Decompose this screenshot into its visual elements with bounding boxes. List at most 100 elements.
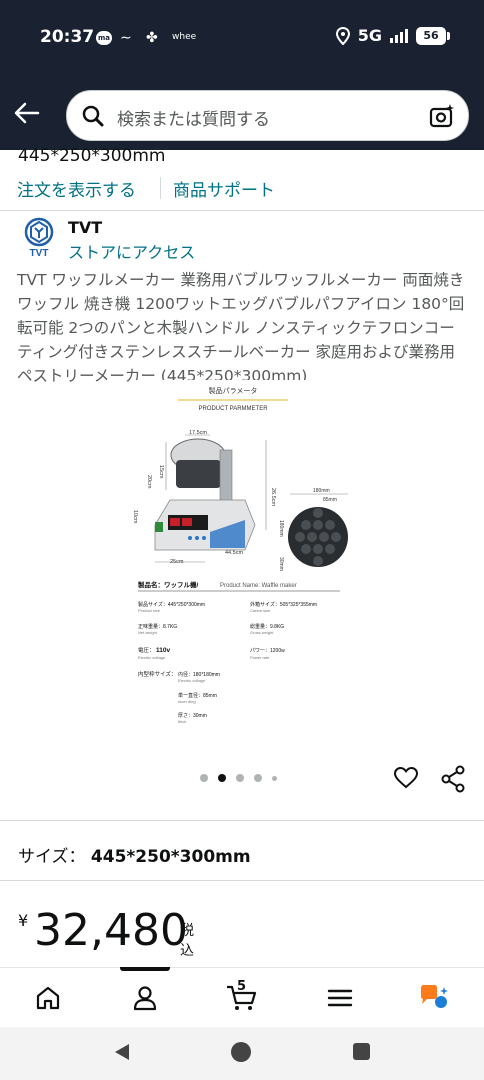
carousel-dot[interactable] <box>200 774 208 782</box>
spec-voltage-en: Electric voltage <box>138 655 166 660</box>
spec-carton-en: Carton size <box>250 608 271 613</box>
account-icon <box>133 986 157 1011</box>
system-home-icon[interactable] <box>231 1042 251 1062</box>
spec-power-label: パワー：1200w <box>250 648 285 654</box>
rufus-assistant-icon <box>421 985 448 1008</box>
spec-single-en: inner ding <box>178 699 196 704</box>
status-right: 5G 56 <box>335 26 450 45</box>
product-title: TVT ワッフルメーカー 業務用バブルワッフルメーカー 両面焼き ワッフル 焼き… <box>17 271 465 385</box>
share-icon[interactable] <box>440 765 466 793</box>
spec-carton-label: 外箱サイズ：505*325*355mm <box>250 601 317 608</box>
carousel-dot[interactable] <box>272 775 277 781</box>
visit-store-link[interactable]: ストアにアクセス <box>68 239 195 263</box>
image-heading-jp: 製品パラメータ <box>209 386 258 395</box>
bottom-nav: 5 <box>0 967 484 1027</box>
brand-logo-icon[interactable]: TVT <box>20 216 58 258</box>
image-heading-en: PRODUCT PARMMETER <box>198 406 268 412</box>
size-selector-label: サイズ： <box>18 847 86 867</box>
cart-count: 5 <box>237 979 247 994</box>
carousel-dots[interactable] <box>200 774 277 782</box>
price-currency: ¥ <box>18 911 29 930</box>
status-small-label: whee <box>172 32 197 42</box>
battery-level: 56 <box>423 28 439 42</box>
spec-inner-label: 内型枠サイズ： <box>138 670 176 678</box>
system-recents-icon[interactable] <box>353 1043 370 1060</box>
spec-inner-en: Electric voltage <box>178 678 206 683</box>
divider <box>0 210 484 211</box>
camera-icon[interactable] <box>428 102 456 130</box>
plate-inner-label: 85mm <box>323 497 337 503</box>
spec-net-en: Net weight <box>138 630 158 635</box>
brand-row: TVT TVT ストアにアクセス <box>0 214 484 264</box>
search-placeholder: 検索または質問する <box>117 110 270 130</box>
size-selector-value: 445*250*300mm <box>90 847 251 867</box>
dim-width-label: 25cm <box>170 559 184 565</box>
spec-thick-en: thick <box>178 719 186 724</box>
nav-home[interactable] <box>33 983 63 1013</box>
link-divider <box>160 177 161 199</box>
dim-depth-label: 44.5cm <box>225 550 243 556</box>
carousel-dot[interactable] <box>254 774 262 782</box>
home-icon <box>36 986 60 1010</box>
spec-thick-label: 厚さ：30mm <box>178 712 207 719</box>
carousel-dot[interactable] <box>236 774 244 782</box>
menu-icon <box>327 989 353 1007</box>
location-icon <box>335 26 350 45</box>
network-label: 5G <box>357 26 382 45</box>
notification-badge: ma <box>96 31 112 45</box>
system-nav-bar <box>0 1027 484 1080</box>
fan-icon: ✤ <box>146 30 158 46</box>
status-time: 20:37 <box>40 27 95 47</box>
carousel-dot-active[interactable] <box>218 774 226 782</box>
system-back-icon[interactable] <box>112 1042 132 1062</box>
product-image-drawing: 製品パラメータ PRODUCT PARMMETER 17.5cm 26.5cm … <box>132 386 348 724</box>
spec-name-label: 製品名：ワッフル機/ <box>137 580 199 589</box>
battery-icon: 56 <box>416 26 450 45</box>
spec-gross-label: 総重量：9.8KG <box>250 623 284 630</box>
dim-left-low-label: 10cm <box>132 510 138 524</box>
spec-name-en: Product Name: Waffle maker <box>220 583 297 589</box>
wave-icon: ∼ <box>120 30 132 46</box>
view-orders-link[interactable]: 注文を表示する <box>17 176 136 201</box>
size-caption: 445*250*300mm <box>18 146 166 166</box>
dim-left-mid-label: 20cm <box>146 475 152 489</box>
nav-rufus[interactable] <box>418 983 448 1013</box>
back-button[interactable] <box>12 98 42 128</box>
spec-gross-en: Gross weight <box>250 630 274 635</box>
price-value: 32,480 <box>34 905 188 956</box>
dim-top-label: 17.5cm <box>189 430 207 436</box>
signal-icon <box>390 28 408 43</box>
plate-height-label: 180mm <box>278 520 284 537</box>
nav-cart[interactable]: 5 <box>225 979 257 1013</box>
spec-single-label: 単一直径：85mm <box>178 692 217 699</box>
divider <box>0 820 484 821</box>
product-support-link[interactable]: 商品サポート <box>173 176 275 201</box>
size-selector[interactable]: サイズ： 445*250*300mm <box>18 842 251 867</box>
spec-voltage-label: 電圧： <box>138 647 155 654</box>
spec-voltage-value: 110v <box>156 647 170 654</box>
nav-account[interactable] <box>130 983 160 1013</box>
nav-menu[interactable] <box>325 983 355 1013</box>
spec-size-en: Product size <box>138 608 161 613</box>
plate-thick-label: 30mm <box>278 557 284 571</box>
status-bar: 20:37 ma ∼ ✤ whee 5G 56 <box>0 0 484 80</box>
spec-inner-value: 内径：180*180mm <box>178 671 220 678</box>
search-header: 検索または質問する <box>0 80 484 150</box>
brand-name: TVT <box>68 218 103 237</box>
divider <box>0 880 484 881</box>
dim-height-label: 26.5cm <box>270 488 276 506</box>
search-icon <box>82 105 104 127</box>
search-input[interactable]: 検索または質問する <box>66 90 469 141</box>
product-image[interactable]: 製品パラメータ PRODUCT PARMMETER 17.5cm 26.5cm … <box>130 380 358 730</box>
spec-net-label: 正味重量：8.7KG <box>138 623 177 630</box>
spec-size-label: 製品サイズ：445*250*300mm <box>138 601 205 608</box>
back-arrow-icon <box>14 102 40 124</box>
nav-active-indicator <box>120 967 170 971</box>
heart-icon[interactable] <box>393 765 419 791</box>
spec-power-en: Power rate <box>250 655 270 660</box>
links-row: 注文を表示する 商品サポート <box>0 174 484 201</box>
dim-left-upper-label: 15cm <box>158 465 164 479</box>
plate-outer-label: 180mm <box>313 488 330 494</box>
brand-logo-text: TVT <box>30 248 49 258</box>
price-tax-label: 税込 <box>180 923 194 959</box>
